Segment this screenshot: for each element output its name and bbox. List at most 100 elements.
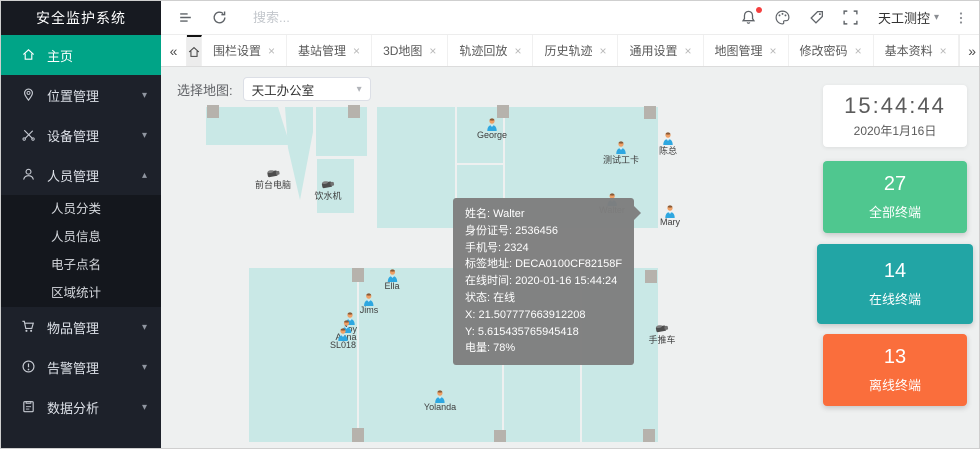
sidebar: 安全监护系统 主页位置管理▾设备管理▾人员管理▴人员分类人员信息电子点名区域统计… <box>1 1 161 448</box>
sidebar-item-pin[interactable]: 位置管理▾ <box>1 75 161 115</box>
more-options-icon[interactable] <box>953 10 969 26</box>
close-icon[interactable]: × <box>599 44 606 58</box>
tab-strip: 围栏设置×基站管理×3D地图×轨迹回放×历史轨迹×通用设置×地图管理×修改密码×… <box>202 35 959 66</box>
sidebar-item-cart[interactable]: 物品管理▾ <box>1 307 161 347</box>
tabs-scroll-left-button[interactable]: « <box>161 35 187 66</box>
tabs-overflow-button[interactable]: » <box>959 35 980 66</box>
tab-item[interactable]: 修改密码× <box>789 35 874 66</box>
fullscreen-icon[interactable] <box>842 9 860 27</box>
map-toolbar: 选择地图: 天工办公室 ▾ <box>177 77 371 101</box>
person-marker[interactable]: Jims <box>360 293 379 315</box>
device-marker[interactable]: 手推车 <box>648 323 675 346</box>
sidebar-item-tools[interactable]: 设备管理▾ <box>1 115 161 155</box>
close-icon[interactable]: × <box>268 44 275 58</box>
app-title: 安全监护系统 <box>1 1 161 35</box>
marker-label: 手推车 <box>648 333 675 346</box>
marker-label: 测试工卡 <box>603 153 639 166</box>
tab-bar: « 围栏设置×基站管理×3D地图×轨迹回放×历史轨迹×通用设置×地图管理×修改密… <box>161 35 980 67</box>
refresh-icon[interactable] <box>211 9 229 27</box>
notification-badge <box>756 7 762 13</box>
notification-bell-icon[interactable] <box>740 9 758 27</box>
sidebar-subitem[interactable]: 人员分类 <box>1 195 161 223</box>
close-icon[interactable]: × <box>855 44 862 58</box>
marker-label: Jims <box>360 305 379 315</box>
person-marker[interactable]: George <box>477 118 507 140</box>
map-select[interactable]: 天工办公室 ▾ <box>243 77 371 101</box>
top-bar: 天工测控 ▾ <box>161 1 980 35</box>
tooltip-row: 标签地址: DECA0100CF82158F <box>465 256 622 273</box>
close-icon[interactable]: × <box>429 44 436 58</box>
user-menu[interactable]: 天工测控 ▾ <box>878 8 939 27</box>
tooltip-row: 姓名: Walter <box>465 206 622 223</box>
map-select-label: 选择地图: <box>177 80 233 99</box>
search-input[interactable] <box>253 10 433 25</box>
tooltip-row: 手机号: 2324 <box>465 240 622 257</box>
marker-label: George <box>477 130 507 140</box>
device-marker[interactable]: 饮水机 <box>314 179 341 202</box>
sidebar-item-data[interactable]: 数据分析 ▾ <box>1 387 161 427</box>
sidebar-subitem[interactable]: 人员信息 <box>1 223 161 251</box>
user-name: 天工测控 <box>878 8 930 27</box>
tooltip-row: 电量: 78% <box>465 340 622 357</box>
top-bar-actions: 天工测控 ▾ <box>724 8 980 27</box>
stat-card[interactable]: 27 全部终端 <box>823 161 967 233</box>
tab-item[interactable]: 轨迹回放× <box>448 35 533 66</box>
marker-label: 陈总 <box>659 144 677 157</box>
close-icon[interactable]: × <box>770 44 777 58</box>
sidebar-item-label: 主页 <box>47 46 73 65</box>
user-icon <box>21 167 37 183</box>
close-icon[interactable]: × <box>940 44 947 58</box>
chevron-down-icon: ▾ <box>142 362 147 373</box>
sidebar-item-home[interactable]: 主页 <box>1 35 161 75</box>
map-select-value: 天工办公室 <box>252 80 315 99</box>
tab-item[interactable]: 基站管理× <box>287 35 372 66</box>
tooltip-row: 状态: 在线 <box>465 290 622 307</box>
marker-label: Mary <box>660 217 680 227</box>
marker-label: SL018 <box>330 340 356 350</box>
chevron-down-icon: ▾ <box>142 402 147 413</box>
close-icon[interactable]: × <box>514 44 521 58</box>
close-icon[interactable]: × <box>353 44 360 58</box>
tab-item[interactable]: 围栏设置× <box>202 35 287 66</box>
marker-label: 前台电脑 <box>255 178 291 191</box>
tag-icon[interactable] <box>808 9 826 27</box>
sidebar-toggle-icon[interactable] <box>177 9 195 27</box>
sidebar-item-label: 告警管理 <box>47 358 99 377</box>
tab-item[interactable]: 历史轨迹× <box>533 35 618 66</box>
home-icon <box>21 47 37 63</box>
stat-label: 全部终端 <box>869 202 921 221</box>
sidebar-subitem[interactable]: 电子点名 <box>1 251 161 279</box>
close-icon[interactable]: × <box>685 44 692 58</box>
person-marker[interactable]: SL018 <box>330 328 356 350</box>
sidebar-item-label: 数据分析 <box>47 398 99 417</box>
home-icon <box>187 45 201 59</box>
sidebar-item-label: 位置管理 <box>47 86 99 105</box>
device-marker[interactable]: 前台电脑 <box>255 168 291 191</box>
alert-icon <box>21 359 37 375</box>
person-marker[interactable]: 测试工卡 <box>603 141 639 166</box>
tab-item[interactable]: 通用设置× <box>618 35 703 66</box>
person-marker[interactable]: Yolanda <box>424 390 456 412</box>
sidebar-item-user[interactable]: 人员管理▴ <box>1 155 161 195</box>
tab-home[interactable] <box>187 35 202 66</box>
tab-item[interactable]: 3D地图× <box>372 35 448 66</box>
stat-value: 27 <box>884 173 906 196</box>
tooltip-row: 在线时间: 2020-01-16 15:44:24 <box>465 273 622 290</box>
marker-label: Yolanda <box>424 402 456 412</box>
sidebar-menu: 主页位置管理▾设备管理▾人员管理▴人员分类人员信息电子点名区域统计物品管理▾告警… <box>1 35 161 427</box>
cart-icon <box>21 319 37 335</box>
theme-palette-icon[interactable] <box>774 9 792 27</box>
app-window: 安全监护系统 主页位置管理▾设备管理▾人员管理▴人员分类人员信息电子点名区域统计… <box>0 0 980 449</box>
tab-item[interactable]: 基本资料× <box>874 35 959 66</box>
sidebar-item-alert[interactable]: 告警管理 ▾ <box>1 347 161 387</box>
person-marker[interactable]: Mary <box>660 205 680 227</box>
person-marker[interactable]: Ella <box>384 269 399 291</box>
chevron-down-icon: ▾ <box>142 322 147 333</box>
sidebar-subitem[interactable]: 区域统计 <box>1 279 161 307</box>
marker-label: 饮水机 <box>314 189 341 202</box>
stat-card[interactable]: 14在线终端 <box>817 244 973 324</box>
person-marker[interactable]: 陈总 <box>659 132 677 157</box>
tab-item[interactable]: 地图管理× <box>704 35 789 66</box>
person-tooltip: 姓名: Walter身份证号: 2536456手机号: 2324标签地址: DE… <box>453 198 634 365</box>
stat-card[interactable]: 13离线终端 <box>823 334 967 406</box>
